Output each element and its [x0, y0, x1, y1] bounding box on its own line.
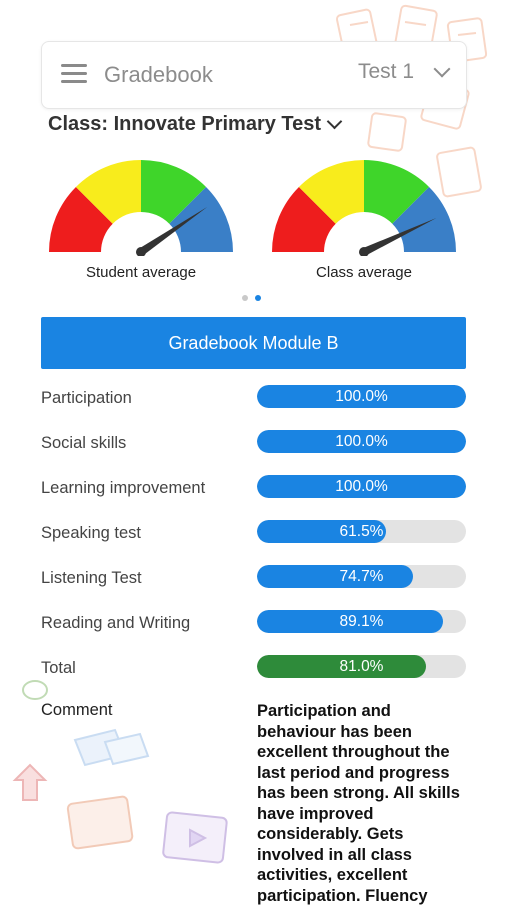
score-bar: 61.5%	[257, 520, 466, 543]
gauge-dial	[49, 160, 233, 256]
comment-label: Comment	[41, 701, 113, 719]
score-row: Reading and Writing 89.1%	[41, 601, 466, 646]
score-value: 61.5%	[339, 523, 384, 540]
score-list: Participation 100.0% Social skills 100.0…	[41, 376, 466, 691]
pager-dot[interactable]	[242, 295, 248, 301]
score-value: 81.0%	[339, 658, 384, 675]
score-value: 74.7%	[339, 568, 384, 585]
top-app-bar: Gradebook Test 1	[41, 41, 467, 109]
gauge-label: Class average	[316, 264, 412, 281]
score-row: Participation 100.0%	[41, 376, 466, 421]
score-row: Social skills 100.0%	[41, 421, 466, 466]
score-bar: 100.0%	[257, 475, 466, 498]
score-value: 100.0%	[335, 433, 388, 450]
score-value: 100.0%	[335, 478, 388, 495]
score-label: Speaking test	[41, 524, 141, 542]
class-selector[interactable]: Class: Innovate Primary Test	[48, 113, 343, 136]
score-bar: 100.0%	[257, 385, 466, 408]
score-value: 89.1%	[339, 613, 384, 630]
score-row: Learning improvement 100.0%	[41, 466, 466, 511]
score-row: Speaking test 61.5%	[41, 511, 466, 556]
score-row: Listening Test 74.7%	[41, 556, 466, 601]
score-label: Listening Test	[41, 569, 142, 587]
chevron-down-icon	[433, 60, 451, 78]
app-title: Gradebook	[104, 62, 213, 87]
test-selector[interactable]: Test 1	[357, 60, 451, 84]
module-header: Gradebook Module B	[41, 317, 466, 369]
score-label: Reading and Writing	[41, 614, 191, 632]
student-average-gauge: Student average	[46, 156, 236, 281]
score-label: Total	[41, 659, 76, 677]
score-label: Learning improvement	[41, 479, 206, 497]
score-row-total: Total 81.0%	[41, 646, 466, 691]
comment-text: Participation and behaviour has been exc…	[257, 702, 460, 905]
test-selected-label: Test 1	[357, 60, 414, 83]
class-average-gauge: Class average	[269, 156, 459, 281]
score-value: 100.0%	[335, 388, 388, 405]
score-bar: 89.1%	[257, 610, 466, 633]
score-bar: 100.0%	[257, 430, 466, 453]
score-label: Participation	[41, 389, 132, 407]
gauge-dial	[272, 160, 456, 256]
pager-dot-active[interactable]	[255, 295, 261, 301]
class-title: Class: Innovate Primary Test	[48, 113, 322, 135]
gauge-label: Student average	[85, 264, 197, 281]
pager-dots	[242, 295, 261, 301]
chevron-down-icon	[326, 113, 343, 130]
score-label: Social skills	[41, 434, 127, 452]
decorative-doodle-school-icon	[12, 680, 228, 864]
score-bar: 74.7%	[257, 565, 466, 588]
menu-icon[interactable]	[61, 64, 87, 84]
score-bar: 81.0%	[257, 655, 466, 678]
module-title: Gradebook Module B	[168, 332, 339, 353]
